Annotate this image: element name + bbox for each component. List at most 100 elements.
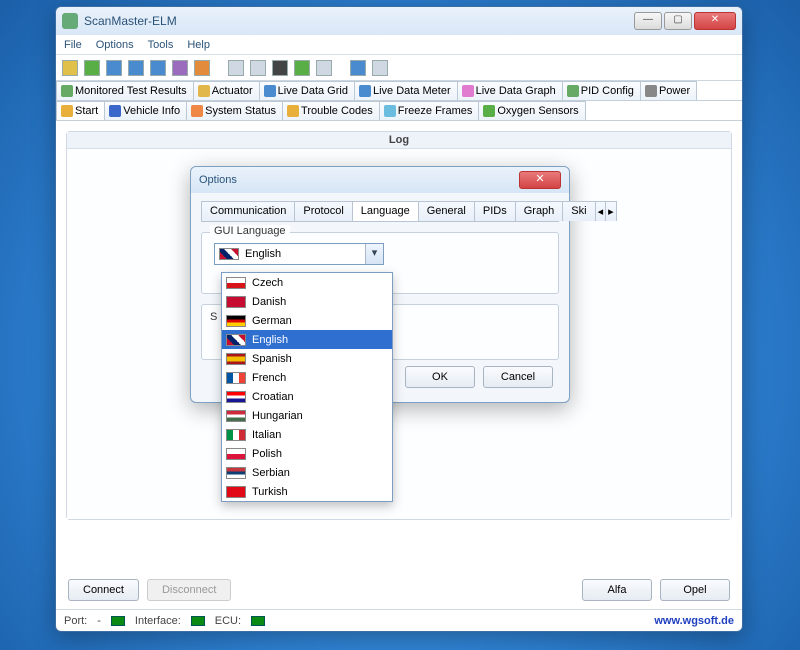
titlebar[interactable]: ScanMaster-ELM — ▢ ✕ [56,7,742,35]
language-option-de[interactable]: German [222,311,392,330]
language-option-label: Polish [252,448,282,460]
status-ecu-label: ECU: [215,615,241,627]
tab-start[interactable]: Start [56,101,105,120]
language-option-label: German [252,315,292,327]
tab-vehicle-info[interactable]: Vehicle Info [104,101,187,120]
tab-protocol[interactable]: Protocol [294,201,352,221]
tool-icon[interactable] [272,60,288,76]
tool-icon[interactable] [294,60,310,76]
dialog-title: Options [199,174,237,186]
flag-icon [226,277,246,289]
flag-icon [226,391,246,403]
language-option-cz[interactable]: Czech [222,273,392,292]
tool-icon[interactable] [106,60,122,76]
tab-live-meter[interactable]: Live Data Meter [354,81,458,100]
bottom-buttons: Connect Disconnect Alfa Opel [68,579,730,601]
toolbar [56,55,742,81]
flag-icon [226,467,246,479]
tab-communication[interactable]: Communication [201,201,295,221]
language-combobox[interactable]: English ▾ [214,243,384,265]
tool-icon[interactable] [172,60,188,76]
language-option-label: Italian [252,429,281,441]
flag-icon [226,486,246,498]
combo-value: English [245,248,281,260]
flag-icon [226,353,246,365]
tool-icon[interactable] [316,60,332,76]
app-title: ScanMaster-ELM [84,14,634,28]
language-option-label: Serbian [252,467,290,479]
minimize-button[interactable]: — [634,12,662,30]
language-option-label: English [252,334,288,346]
tab-general[interactable]: General [418,201,475,221]
menubar: File Options Tools Help [56,35,742,55]
alfa-button[interactable]: Alfa [582,579,652,601]
flag-icon [226,296,246,308]
language-option-hu[interactable]: Hungarian [222,406,392,425]
tool-icon[interactable] [62,60,78,76]
language-option-rs[interactable]: Serbian [222,463,392,482]
language-option-dk[interactable]: Danish [222,292,392,311]
tool-icon[interactable] [250,60,266,76]
language-option-es[interactable]: Spanish [222,349,392,368]
tab-trouble-codes[interactable]: Trouble Codes [282,101,380,120]
tabs-row-1: Monitored Test Results Actuator Live Dat… [56,81,742,101]
connect-button[interactable]: Connect [68,579,139,601]
led-iface [191,616,205,626]
site-link[interactable]: www.wgsoft.de [654,615,734,627]
tool-icon[interactable] [194,60,210,76]
language-option-label: Danish [252,296,286,308]
tool-icon[interactable] [84,60,100,76]
tool-icon[interactable] [372,60,388,76]
language-option-pl[interactable]: Polish [222,444,392,463]
language-option-label: Czech [252,277,283,289]
tab-oxygen-sensors[interactable]: Oxygen Sensors [478,101,585,120]
ok-button[interactable]: OK [405,366,475,388]
language-option-tr[interactable]: Turkish [222,482,392,501]
tab-actuator[interactable]: Actuator [193,81,260,100]
opel-button[interactable]: Opel [660,579,730,601]
tool-icon[interactable] [128,60,144,76]
tab-freeze-frames[interactable]: Freeze Frames [379,101,480,120]
info-icon[interactable] [350,60,366,76]
maximize-button[interactable]: ▢ [664,12,692,30]
tab-pids[interactable]: PIDs [474,201,516,221]
flag-icon [226,315,246,327]
dialog-close-button[interactable]: ✕ [519,171,561,189]
tab-graph[interactable]: Graph [515,201,564,221]
menu-help[interactable]: Help [187,39,210,51]
tab-language[interactable]: Language [352,201,419,221]
language-option-label: Spanish [252,353,292,365]
language-option-label: Hungarian [252,410,303,422]
disconnect-button: Disconnect [147,579,231,601]
tab-pid-config[interactable]: PID Config [562,81,641,100]
language-option-label: Turkish [252,486,288,498]
tab-monitored[interactable]: Monitored Test Results [56,81,194,100]
language-option-hr[interactable]: Croatian [222,387,392,406]
secondary-fieldset-label: S [210,311,217,323]
tab-power[interactable]: Power [640,81,697,100]
status-port-value: - [97,615,101,627]
flag-icon [226,429,246,441]
language-option-it[interactable]: Italian [222,425,392,444]
tool-icon[interactable] [228,60,244,76]
tab-ski[interactable]: Ski [562,201,595,221]
menu-options[interactable]: Options [96,39,134,51]
flag-icon [219,248,239,260]
language-option-en[interactable]: English [222,330,392,349]
language-option-fr[interactable]: French [222,368,392,387]
language-dropdown[interactable]: Czech Danish German English Spanish FrenchCro… [221,272,393,502]
tab-live-graph[interactable]: Live Data Graph [457,81,563,100]
flag-icon [226,410,246,422]
tab-scroll-right[interactable]: ▸ [605,201,617,221]
chevron-down-icon[interactable]: ▾ [365,244,383,264]
close-button[interactable]: ✕ [694,12,736,30]
tab-live-grid[interactable]: Live Data Grid [259,81,355,100]
cancel-button[interactable]: Cancel [483,366,553,388]
led-port [111,616,125,626]
tool-icon[interactable] [150,60,166,76]
menu-tools[interactable]: Tools [148,39,174,51]
fieldset-label: GUI Language [210,225,290,237]
menu-file[interactable]: File [64,39,82,51]
dialog-titlebar[interactable]: Options ✕ [191,167,569,193]
tab-system-status[interactable]: System Status [186,101,283,120]
